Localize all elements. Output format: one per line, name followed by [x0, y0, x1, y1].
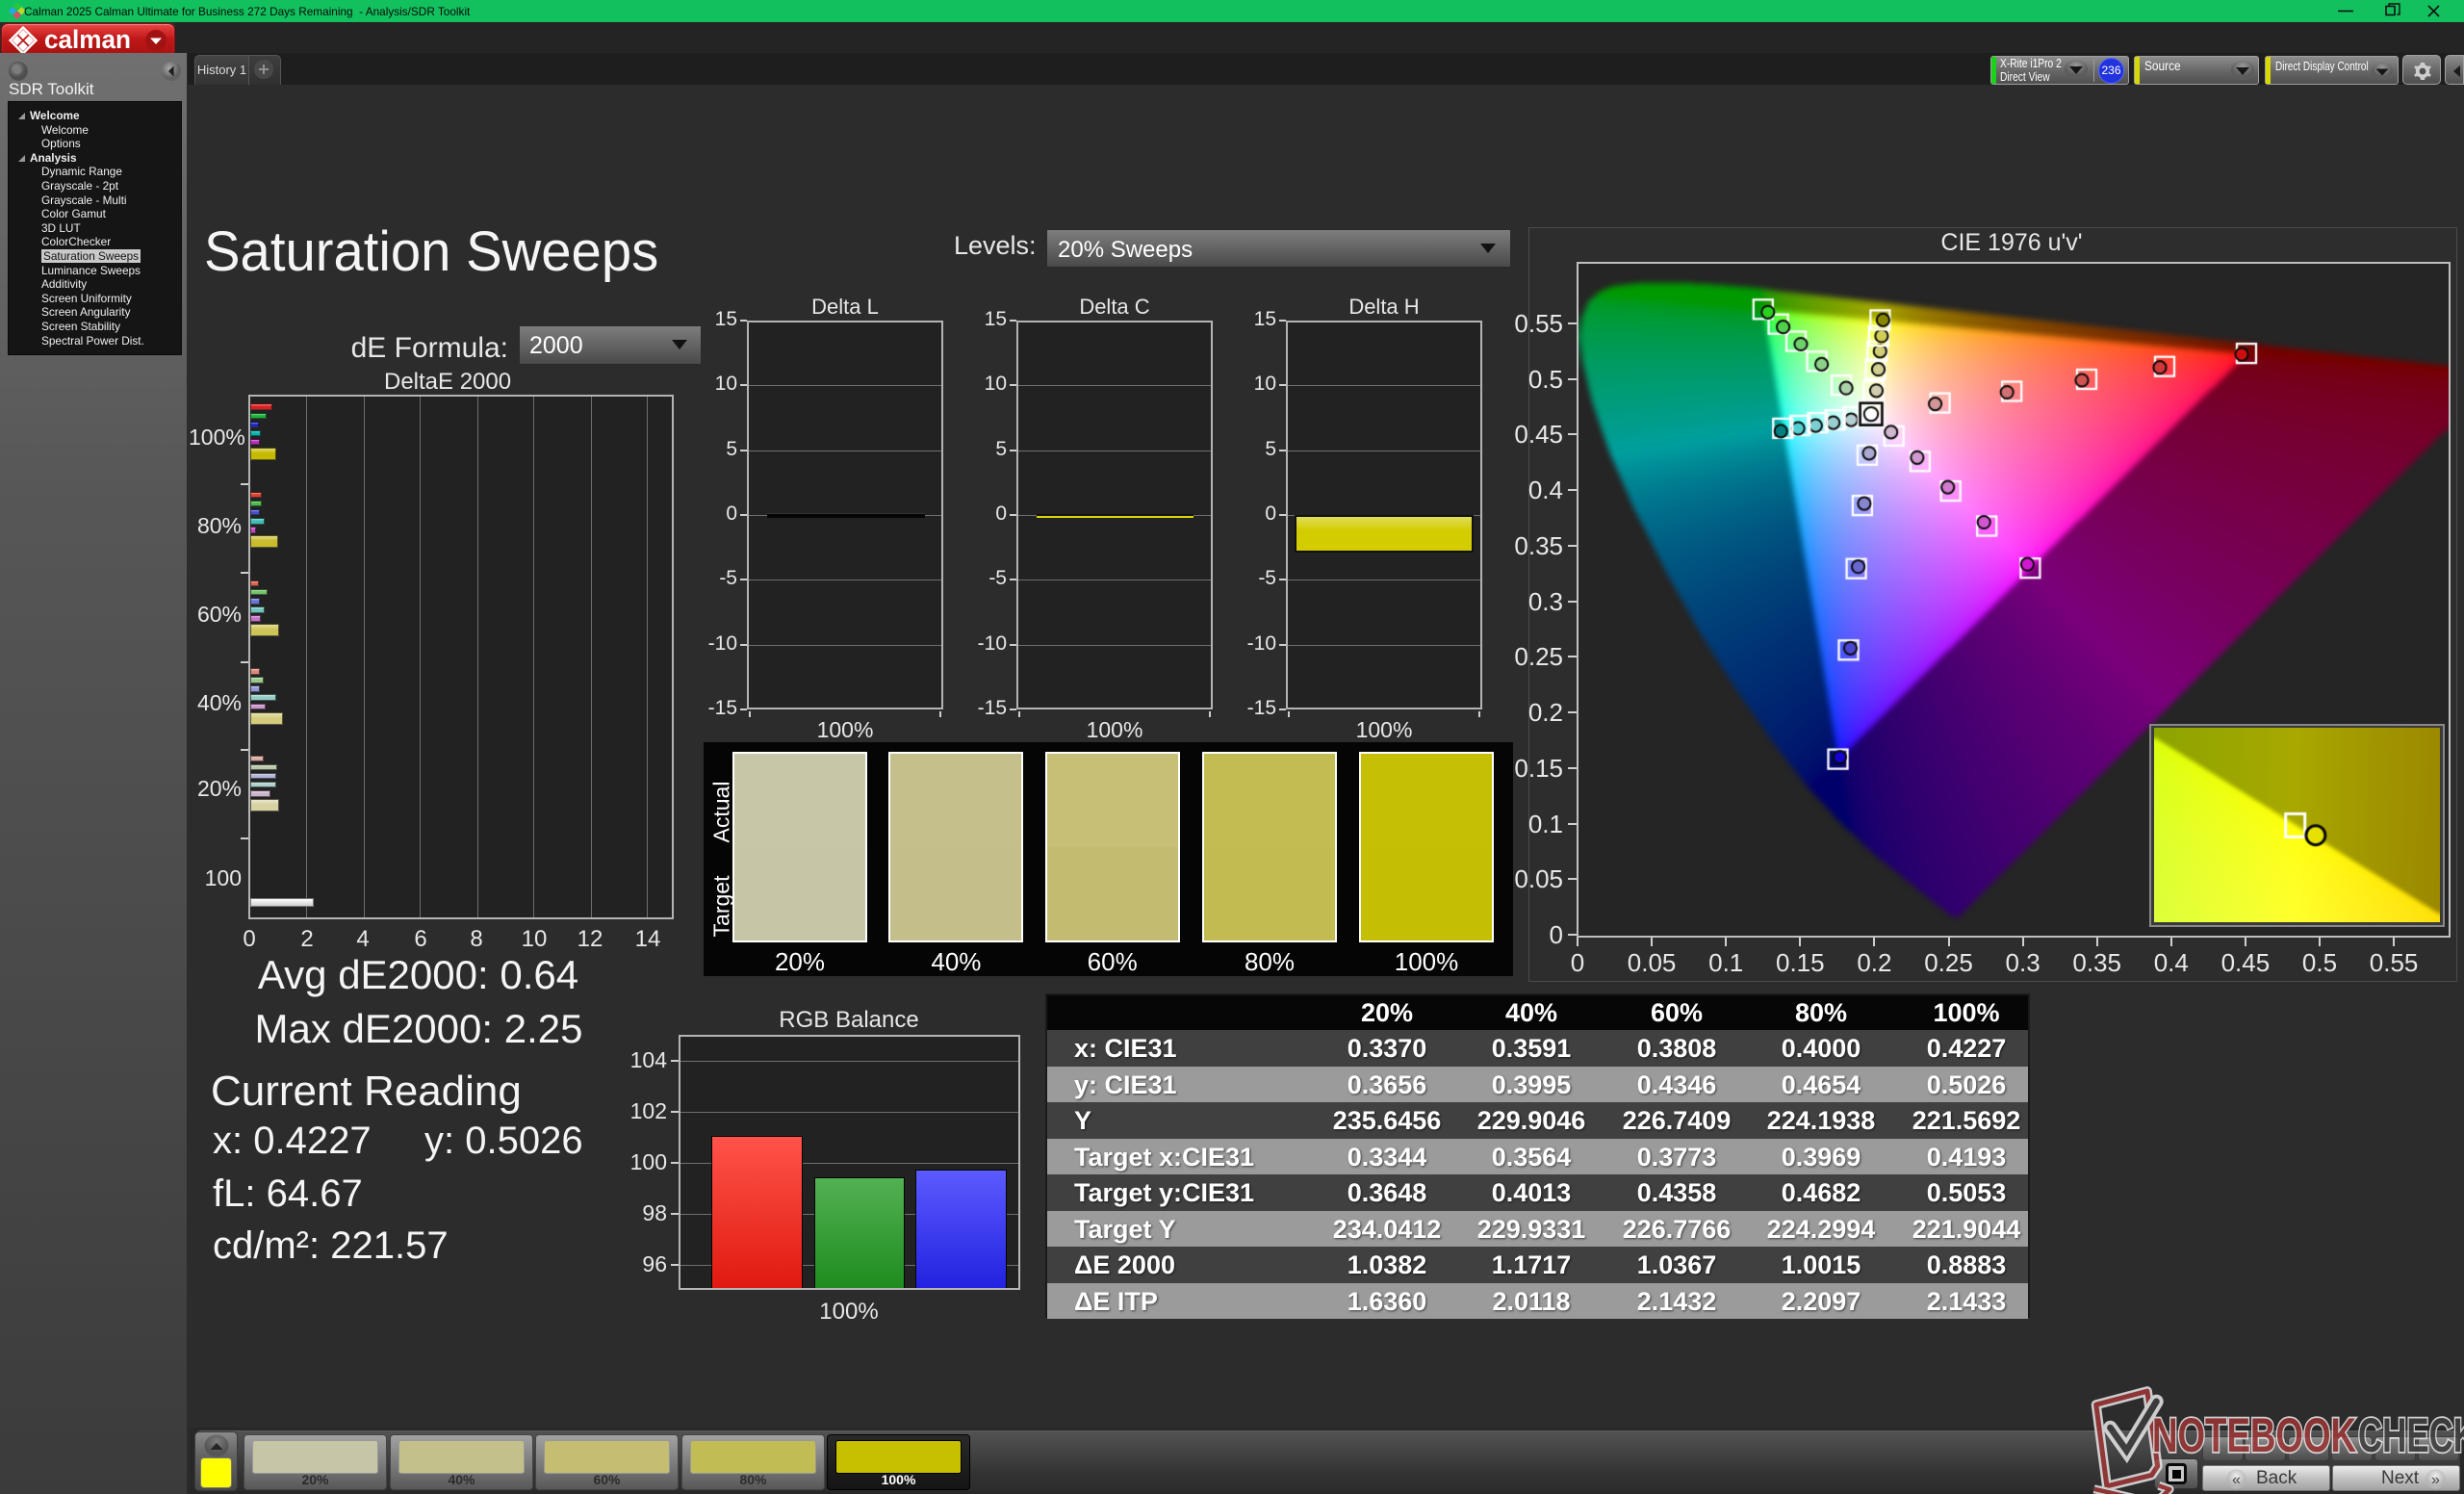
svg-text:NOTEBOOK: NOTEBOOK: [2152, 1408, 2356, 1462]
svg-text:calman: calman: [44, 25, 131, 54]
svg-text:CHECK: CHECK: [2358, 1408, 2464, 1462]
